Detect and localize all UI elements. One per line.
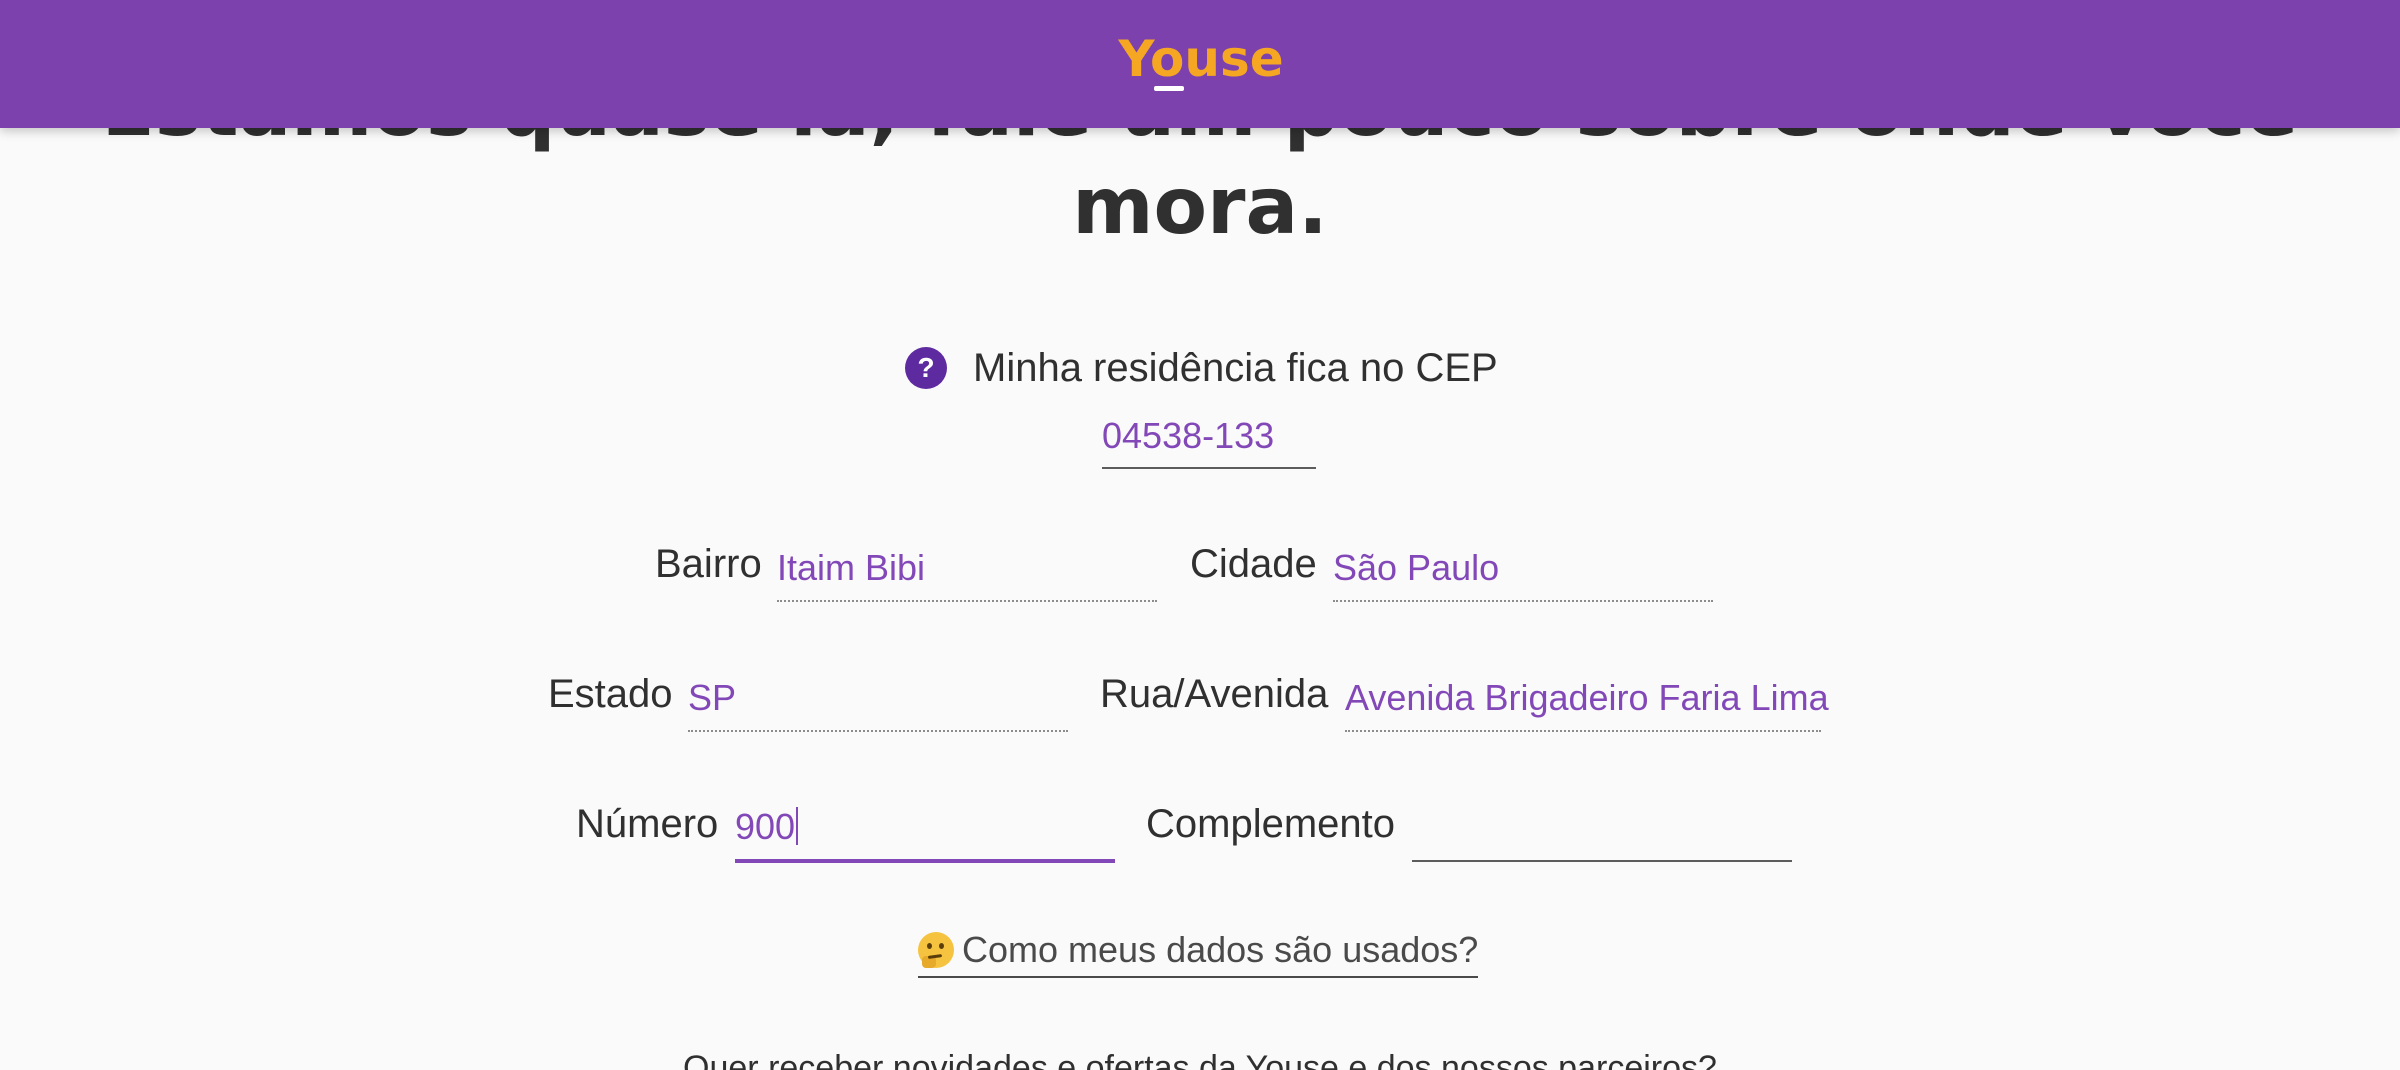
youse-logo[interactable]: Youse (1118, 30, 1284, 94)
bairro-input[interactable]: Itaim Bibi (777, 545, 925, 591)
complemento-input[interactable] (1412, 804, 1792, 850)
rua-input[interactable]: Avenida Brigadeiro Faria Lima (1345, 675, 1829, 721)
numero-input[interactable]: 900 (735, 804, 799, 850)
text-caret (796, 807, 799, 845)
cidade-label: Cidade (1190, 542, 1317, 586)
bairro-underline (777, 600, 1157, 602)
bairro-label: Bairro (655, 542, 762, 586)
numero-underline (735, 859, 1115, 863)
newsletter-question: Quer receber novidades e ofertas da Yous… (683, 1049, 1717, 1070)
numero-value: 900 (735, 806, 796, 847)
page-title-line-2: mora. (1072, 162, 1328, 252)
estado-underline (688, 730, 1068, 732)
cep-underline (1102, 467, 1316, 469)
logo-underline (1154, 86, 1184, 91)
cidade-input[interactable]: São Paulo (1333, 545, 1499, 591)
page: Youse Estamos quase lá, fale um pouco so… (0, 0, 2400, 1070)
question-mark: ? (917, 352, 935, 383)
thinking-face-icon (918, 932, 954, 968)
rua-label: Rua/Avenida (1100, 672, 1329, 716)
estado-input[interactable]: SP (688, 675, 736, 721)
estado-label: Estado (548, 672, 673, 716)
thinking-hand (922, 956, 936, 968)
top-header: Youse (0, 0, 2400, 128)
rua-underline (1345, 730, 1821, 732)
cep-label: Minha residência fica no CEP (973, 346, 1498, 390)
data-usage-link[interactable]: Como meus dados são usados? (918, 924, 1479, 978)
cep-input[interactable]: 04538-133 (1102, 413, 1274, 459)
complemento-underline (1412, 860, 1792, 862)
complemento-label: Complemento (1146, 802, 1396, 846)
logo-text: Youse (1118, 30, 1284, 88)
question-circle-icon[interactable]: ? (905, 347, 947, 389)
numero-label: Número (576, 802, 719, 846)
data-usage-link-text: Como meus dados são usados? (962, 929, 1479, 970)
cidade-underline (1333, 600, 1713, 602)
